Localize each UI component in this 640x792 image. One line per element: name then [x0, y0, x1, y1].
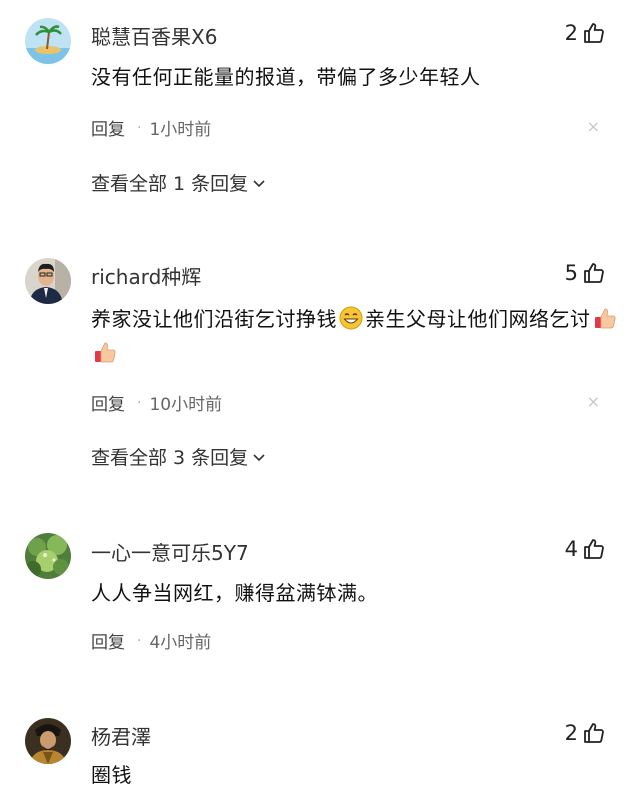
like-button[interactable]: 5: [565, 261, 606, 285]
separator-dot: ·: [137, 119, 142, 136]
green-plant-avatar-icon: [25, 533, 71, 579]
view-replies-button[interactable]: 查看全部 1 条回复: [91, 169, 266, 196]
thumbs-up-icon: [584, 723, 604, 743]
timestamp: 4小时前: [149, 633, 212, 653]
username[interactable]: 杨君澤: [91, 721, 151, 750]
user-avatar[interactable]: [25, 18, 71, 64]
grin-emoji-icon: [339, 306, 363, 330]
comment-text-part: 养家没让他们沿街乞讨挣钱: [91, 307, 337, 331]
reply-button[interactable]: 回复: [91, 628, 125, 653]
close-icon[interactable]: ×: [587, 392, 600, 411]
comment-text: 人人争当网红，赚得盆满钵满。: [91, 581, 378, 605]
user-avatar[interactable]: [25, 258, 71, 304]
close-icon[interactable]: ×: [587, 117, 600, 136]
user-avatar[interactable]: [25, 533, 71, 579]
comment-meta: 回复 · 10小时前: [91, 390, 223, 416]
username[interactable]: 一心一意可乐5Y7: [91, 537, 249, 566]
man-portrait-avatar-icon: [25, 258, 71, 304]
thumbs-up-icon: [584, 263, 604, 283]
like-button[interactable]: 2: [565, 21, 606, 45]
like-count: 2: [564, 721, 578, 745]
like-count: 5: [564, 261, 578, 285]
username[interactable]: 聪慧百香果X6: [91, 21, 217, 50]
view-replies-label: 查看全部 3 条回复: [91, 447, 249, 469]
chevron-down-icon: [253, 453, 265, 461]
like-button[interactable]: 2: [565, 721, 606, 745]
reply-button[interactable]: 回复: [91, 390, 125, 415]
chevron-down-icon: [253, 179, 265, 187]
timestamp: 10小时前: [149, 395, 223, 415]
view-replies-label: 查看全部 1 条回复: [91, 173, 249, 195]
timestamp: 1小时前: [149, 120, 212, 140]
user-avatar[interactable]: [25, 718, 71, 764]
like-button[interactable]: 4: [565, 537, 606, 561]
username[interactable]: richard种辉: [91, 261, 201, 290]
view-replies-button[interactable]: 查看全部 3 条回复: [91, 443, 266, 470]
thumbs-up-emoji-icon: [95, 342, 116, 363]
separator-dot: ·: [137, 394, 142, 411]
like-count: 4: [564, 537, 578, 561]
comment-meta: 回复 · 1小时前: [91, 115, 212, 141]
separator-dot: ·: [137, 632, 142, 649]
thumbs-up-icon: [584, 539, 604, 559]
comment-text-part: 亲生父母让他们网络乞讨: [365, 307, 591, 331]
comment-text: 养家没让他们沿街乞讨挣钱 亲生父母让他们网络乞讨: [91, 302, 621, 370]
comment-meta: 回复 · 4小时前: [91, 628, 212, 654]
thumbs-up-icon: [584, 23, 604, 43]
thumbs-up-emoji-icon: [594, 308, 616, 329]
like-count: 2: [564, 21, 578, 45]
reply-button[interactable]: 回复: [91, 115, 125, 140]
historical-figure-avatar-icon: [25, 718, 71, 764]
comment-text: 没有任何正能量的报道，带偏了多少年轻人: [91, 65, 481, 89]
beach-island-avatar-icon: [25, 18, 71, 64]
